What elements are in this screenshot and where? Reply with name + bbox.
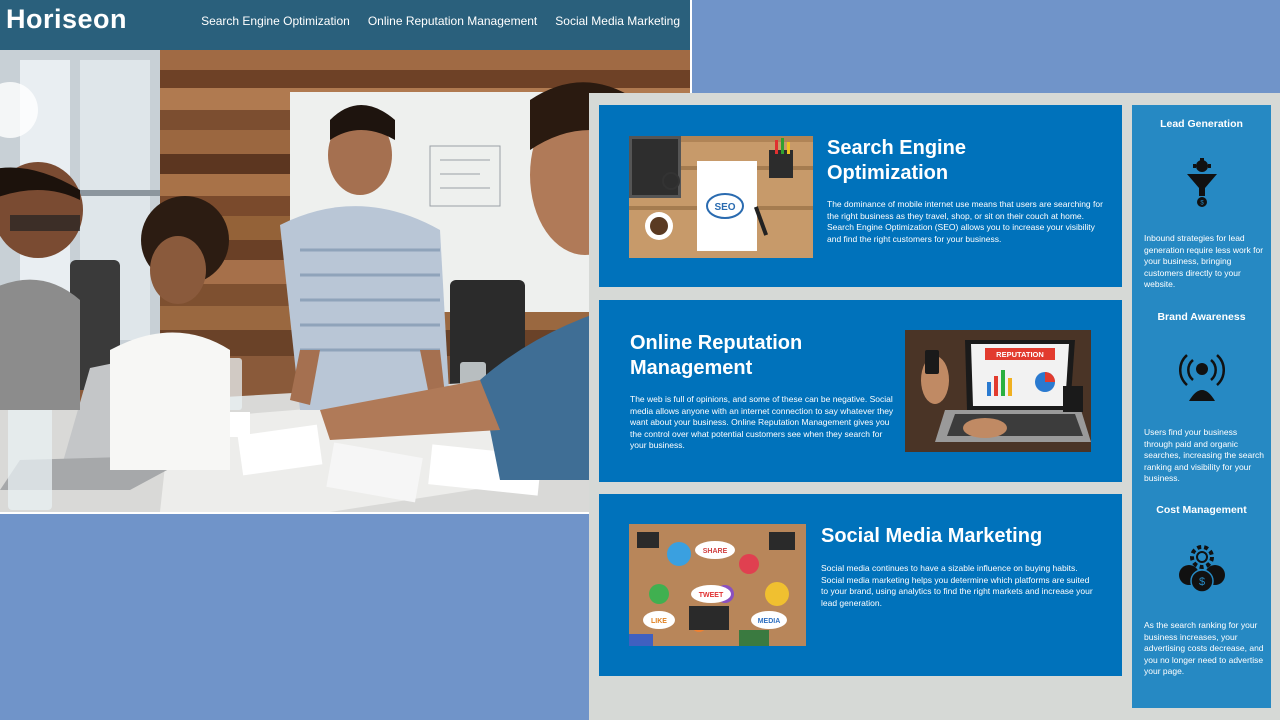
card-title: Social Media Marketing xyxy=(821,525,1043,547)
gear-coins-icon: $ xyxy=(1132,538,1271,598)
tweet-thumb-text: TWEET xyxy=(699,592,724,599)
card-title: Search Engine Optimization xyxy=(827,137,966,184)
smm-thumbnail: SHARE TWEET LIKE MEDIA xyxy=(629,524,806,646)
orm-thumbnail: REPUTATION xyxy=(905,330,1091,452)
broadcast-person-icon xyxy=(1132,346,1271,406)
hero-image xyxy=(0,50,690,512)
benefit-title-brand: Brand Awareness xyxy=(1157,311,1246,323)
card-smm: SHARE TWEET LIKE MEDIA Social Media Mark… xyxy=(599,494,1122,676)
site-logo[interactable]: Horiseon xyxy=(6,4,127,35)
benefit-title-cost: Cost Management xyxy=(1156,504,1247,516)
card-seo: SEO Search Engine Optimization The domina… xyxy=(599,105,1122,287)
nav-link-smm[interactable]: Social Media Marketing xyxy=(555,14,680,28)
nav-link-seo[interactable]: Search Engine Optimization xyxy=(201,14,350,28)
nav-link-orm[interactable]: Online Reputation Management xyxy=(368,14,537,28)
benefit-body-lead: Inbound strategies for lead generation r… xyxy=(1144,233,1264,289)
site-nav: Search Engine Optimization Online Reputa… xyxy=(201,14,680,28)
share-thumb-text: SHARE xyxy=(703,548,728,555)
card-title: Online Reputation Management xyxy=(630,332,803,379)
card-body: Social media continues to have a sizable… xyxy=(821,563,1093,608)
services-window: SEO Search Engine Optimization The domina… xyxy=(589,93,1280,720)
funnel-gear-icon: $ xyxy=(1132,153,1271,213)
card-orm: Online Reputation Management The web is f… xyxy=(599,300,1122,482)
seo-thumbnail: SEO xyxy=(629,136,813,258)
benefit-title-lead: Lead Generation xyxy=(1160,118,1243,130)
seo-thumb-text: SEO xyxy=(714,202,735,213)
media-thumb-text: MEDIA xyxy=(758,618,781,625)
benefits-sidebar: Lead Generation $ Inbound strategies for… xyxy=(1132,105,1271,708)
like-thumb-text: LIKE xyxy=(651,618,667,625)
benefit-body-brand: Users find your business through paid an… xyxy=(1144,427,1265,483)
benefit-body-cost: As the search ranking for your business … xyxy=(1144,620,1264,676)
reputation-thumb-text: REPUTATION xyxy=(996,350,1044,359)
svg-text:$: $ xyxy=(1198,576,1204,588)
site-header: Horiseon Search Engine Optimization Onli… xyxy=(0,0,690,50)
card-body: The web is full of opinions, and some of… xyxy=(630,394,894,450)
card-body: The dominance of mobile internet use mea… xyxy=(827,199,1103,244)
